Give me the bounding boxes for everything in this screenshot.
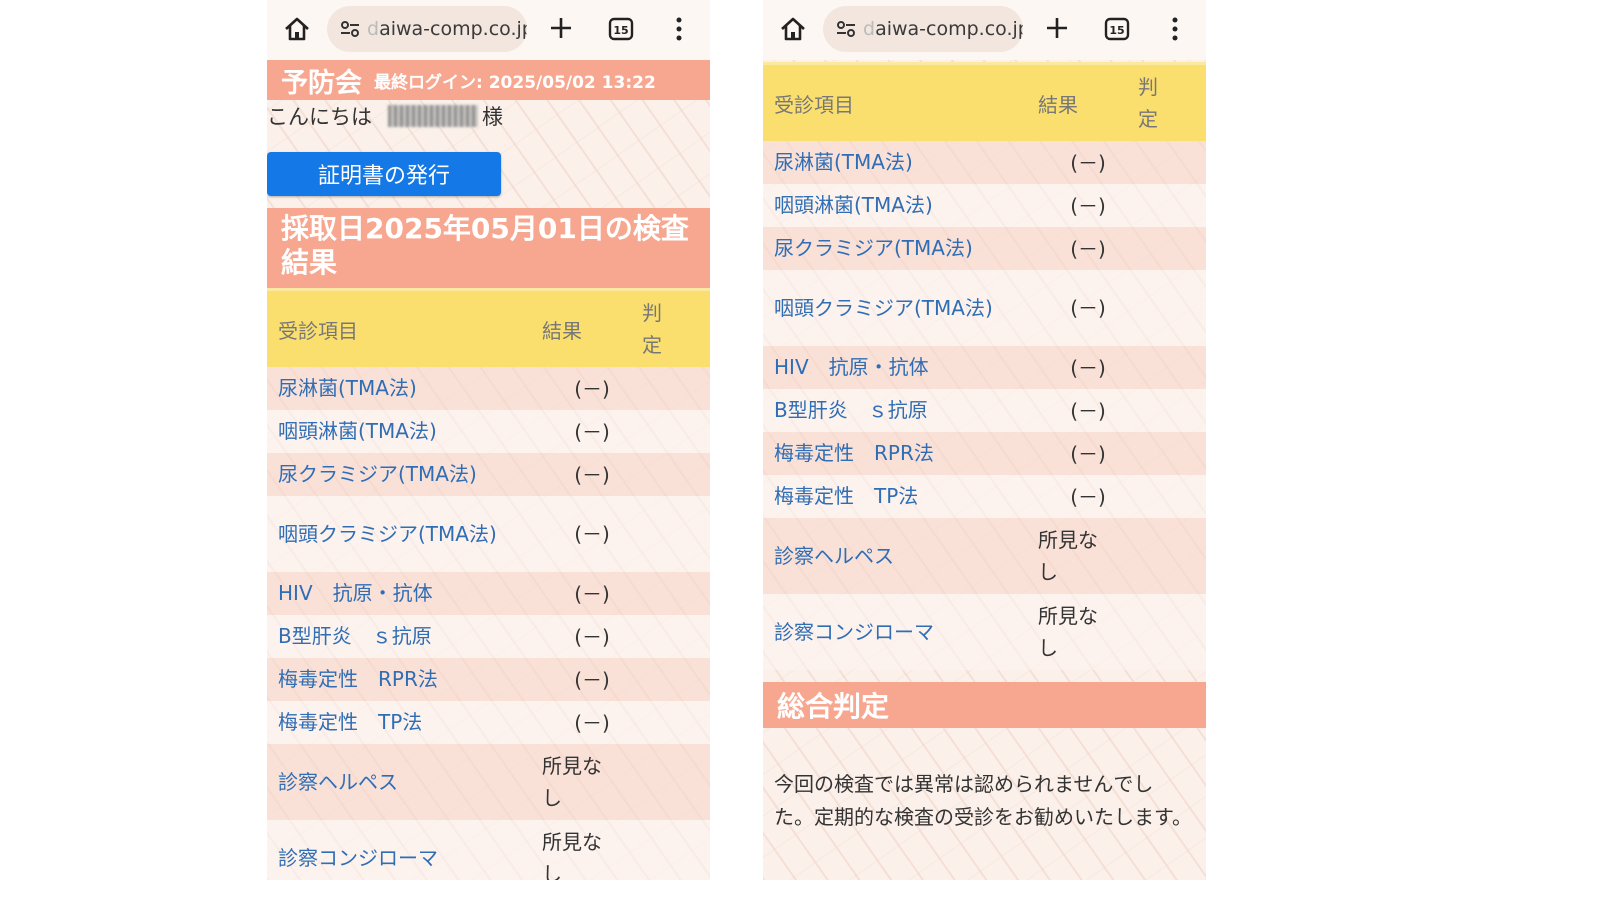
tab-switcher-icon[interactable]: 15 [1103,15,1131,43]
issue-certificate-button[interactable]: 証明書の発行 [267,152,501,196]
home-icon[interactable] [779,15,807,43]
home-icon[interactable] [283,15,311,43]
table-header: 受診項目 結果 判定 [267,288,710,367]
table-row: 尿クラミジア(TMA法) (－) [763,227,1206,270]
table-row: 診察コンジローマ 所見なし [763,594,1206,670]
more-menu-icon[interactable] [672,15,686,43]
phone-screen-left: daiwa-comp.co.jp 15 予防会 最終ログイン: 2025/05/… [267,0,710,880]
table-row: 梅毒定性 TP法 (－) [763,475,1206,518]
table-row: 梅毒定性 RPR法 (－) [267,658,710,701]
table-row: 診察コンジローマ 所見なし [267,820,710,880]
phone-screen-right: daiwa-comp.co.jp 15 受診項目 結果 判定 尿淋菌(TMA法)… [763,0,1206,880]
table-row: 咽頭クラミジア(TMA法) (－) [763,270,1206,346]
col-result: 結果 [542,318,582,343]
table-row: 咽頭淋菌(TMA法) (－) [267,410,710,453]
table-row: B型肝炎 ｓ抗原 (－) [763,389,1206,432]
site-header: 予防会 最終ログイン: 2025/05/02 13:22 [267,60,710,100]
table-row: HIV 抗原・抗体 (－) [763,346,1206,389]
browser-toolbar: daiwa-comp.co.jp 15 [267,0,710,60]
section-title: 採取日2025年05月01日の検査結果 [267,208,710,288]
table-row: 診察ヘルペス 所見なし [763,518,1206,594]
url-text: daiwa-comp.co.jp [367,18,527,40]
col-item: 受診項目 [774,92,854,117]
greeting: こんにちは 様 [267,100,710,132]
more-menu-icon[interactable] [1168,15,1182,43]
table-row: 診察ヘルペス 所見なし [267,744,710,820]
table-row: B型肝炎 ｓ抗原 (－) [267,615,710,658]
col-item: 受診項目 [278,318,358,343]
tab-count: 15 [1109,24,1124,37]
table-header: 受診項目 結果 判定 [763,62,1206,141]
summary-text: 今回の検査では異常は認められませんでした。定期的な検査の受診をお勧めいたします。 [774,772,1192,829]
redacted-username [388,105,478,127]
table-row: 尿淋菌(TMA法) (－) [763,141,1206,184]
browser-toolbar: daiwa-comp.co.jp 15 [763,0,1206,60]
page-content: 受診項目 結果 判定 尿淋菌(TMA法) (－) 咽頭淋菌(TMA法) (－) 尿ク… [763,60,1206,880]
col-result: 結果 [1038,92,1078,117]
honorific: 様 [482,105,503,129]
site-settings-icon[interactable] [835,18,857,40]
table-row: 尿淋菌(TMA法) (－) [267,367,710,410]
table-row: 尿クラミジア(TMA法) (－) [267,453,710,496]
summary-title: 総合判定 [763,682,1206,728]
page-content: 予防会 最終ログイン: 2025/05/02 13:22 こんにちは 様 証明書… [267,60,710,880]
url-text: daiwa-comp.co.jp [863,18,1023,40]
tab-switcher-icon[interactable]: 15 [607,15,635,43]
table-row: 梅毒定性 TP法 (－) [267,701,710,744]
new-tab-icon[interactable] [1044,15,1070,41]
address-bar[interactable]: daiwa-comp.co.jp [327,6,527,52]
site-settings-icon[interactable] [339,18,361,40]
tab-count: 15 [613,24,628,37]
brand-logo: 予防会 [281,67,362,99]
col-judgement: 判定 [642,301,662,357]
table-row: 咽頭クラミジア(TMA法) (－) [267,496,710,572]
last-login: 最終ログイン: 2025/05/02 13:22 [374,72,656,93]
greeting-text: こんにちは [267,105,372,129]
table-row: 梅毒定性 RPR法 (－) [763,432,1206,475]
address-bar[interactable]: daiwa-comp.co.jp [823,6,1023,52]
table-row: 咽頭淋菌(TMA法) (－) [763,184,1206,227]
new-tab-icon[interactable] [548,15,574,41]
col-judgement: 判定 [1138,75,1158,131]
table-row: HIV 抗原・抗体 (－) [267,572,710,615]
